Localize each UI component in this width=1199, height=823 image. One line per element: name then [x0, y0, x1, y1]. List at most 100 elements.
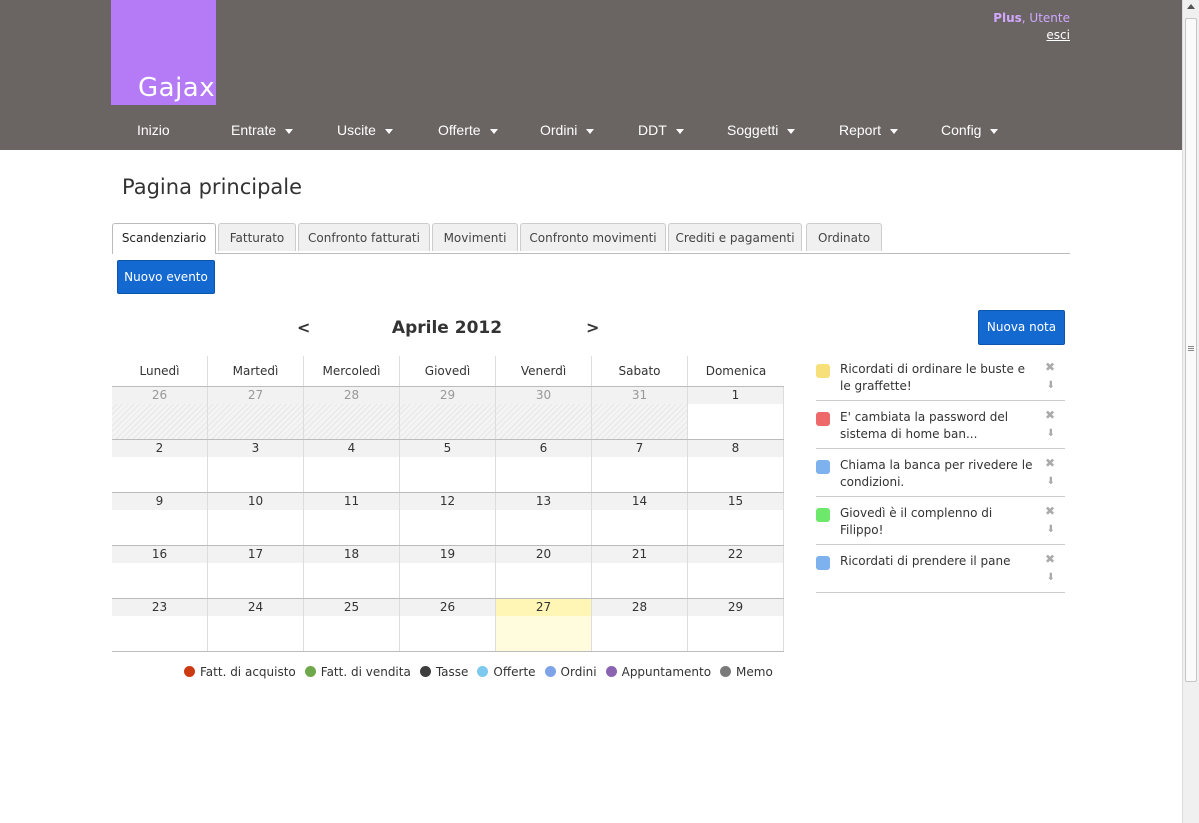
- calendar-day[interactable]: 5: [400, 440, 496, 492]
- calendar-day[interactable]: 12: [400, 493, 496, 545]
- logout-link[interactable]: esci: [993, 28, 1070, 42]
- calendar-day[interactable]: 20: [496, 546, 592, 598]
- calendar-day[interactable]: 1: [688, 387, 784, 439]
- note-item[interactable]: Giovedì è il complenno di Filippo! ✖ ⬇: [816, 498, 1065, 545]
- calendar-day[interactable]: 8: [688, 440, 784, 492]
- day-number: 7: [592, 440, 687, 457]
- weekday-header: Lunedì Martedì Mercoledì Giovedì Venerdì Saba…: [112, 356, 784, 387]
- calendar-day[interactable]: 11: [304, 493, 400, 545]
- scroll-up-icon[interactable]: [1187, 4, 1195, 9]
- caret-down-icon: [890, 128, 899, 134]
- new-note-button[interactable]: Nuova nota: [978, 310, 1065, 345]
- tab-scandenziario[interactable]: Scandenziario: [112, 223, 216, 254]
- tab-crediti-e-pagamenti[interactable]: Crediti e pagamenti: [668, 223, 802, 251]
- calendar-day[interactable]: 16: [112, 546, 208, 598]
- nav-item-offerte[interactable]: Offerte: [438, 122, 498, 138]
- page-title: Pagina principale: [122, 175, 303, 199]
- day-body: [496, 616, 591, 651]
- calendar-day[interactable]: 10: [208, 493, 304, 545]
- nav-item-report[interactable]: Report: [839, 122, 899, 138]
- note-item[interactable]: E' cambiata la password del sistema di h…: [816, 402, 1065, 449]
- day-number: 21: [592, 546, 687, 563]
- calendar-day[interactable]: 17: [208, 546, 304, 598]
- nav-item-label: Config: [941, 122, 982, 138]
- calendar-day[interactable]: 26: [400, 599, 496, 651]
- calendar-day[interactable]: 18: [304, 546, 400, 598]
- weekday-label: Venerdì: [496, 356, 592, 386]
- note-color-icon: [816, 460, 830, 474]
- delete-icon[interactable]: ✖: [1045, 456, 1055, 470]
- move-down-icon[interactable]: ⬇: [1047, 572, 1055, 583]
- nav-item-entrate[interactable]: Entrate: [231, 122, 294, 138]
- scroll-thumb[interactable]: [1185, 18, 1197, 682]
- tab-ordinato[interactable]: Ordinato: [806, 223, 882, 251]
- prev-month-button[interactable]: <: [297, 318, 310, 337]
- calendar-day[interactable]: 14: [592, 493, 688, 545]
- move-down-icon[interactable]: ⬇: [1047, 428, 1055, 439]
- nav-item-inizio[interactable]: Inizio: [137, 122, 170, 138]
- calendar-day[interactable]: 28: [304, 387, 400, 439]
- move-down-icon[interactable]: ⬇: [1047, 380, 1055, 391]
- calendar-day[interactable]: 2: [112, 440, 208, 492]
- delete-icon[interactable]: ✖: [1045, 360, 1055, 374]
- caret-down-icon: [489, 128, 498, 134]
- calendar-day[interactable]: 21: [592, 546, 688, 598]
- calendar-day[interactable]: 4: [304, 440, 400, 492]
- calendar-day[interactable]: 22: [688, 546, 784, 598]
- calendar-day[interactable]: 9: [112, 493, 208, 545]
- note-text: Ricordati di prendere il pane: [840, 554, 1011, 568]
- calendar-day[interactable]: 23: [112, 599, 208, 651]
- caret-down-icon: [285, 128, 294, 134]
- calendar-day[interactable]: 24: [208, 599, 304, 651]
- nav-item-label: Entrate: [231, 122, 277, 138]
- nav-item-ddt[interactable]: DDT: [638, 122, 684, 138]
- note-item[interactable]: Ricordati di ordinare le buste e le graf…: [816, 354, 1065, 401]
- calendar-day[interactable]: 27: [208, 387, 304, 439]
- tab-confronto-fatturati[interactable]: Confronto fatturati: [298, 223, 430, 251]
- calendar-day[interactable]: 31: [592, 387, 688, 439]
- nav-item-uscite[interactable]: Uscite: [337, 122, 393, 138]
- nav-item-soggetti[interactable]: Soggetti: [727, 122, 796, 138]
- calendar-day-today[interactable]: 27: [496, 599, 592, 651]
- weekday-label: Sabato: [592, 356, 688, 386]
- next-month-button[interactable]: >: [586, 318, 599, 337]
- day-number: 2: [112, 440, 207, 457]
- calendar-day[interactable]: 19: [400, 546, 496, 598]
- note-item[interactable]: Ricordati di prendere il pane ✖ ⬇: [816, 546, 1065, 593]
- legend-dot-icon: [304, 666, 316, 677]
- day-number: 5: [400, 440, 495, 457]
- calendar-day[interactable]: 28: [592, 599, 688, 651]
- nav-item-config[interactable]: Config: [941, 122, 999, 138]
- note-color-icon: [816, 556, 830, 570]
- calendar-day[interactable]: 26: [112, 387, 208, 439]
- calendar-day[interactable]: 29: [400, 387, 496, 439]
- move-down-icon[interactable]: ⬇: [1047, 524, 1055, 535]
- delete-icon[interactable]: ✖: [1045, 552, 1055, 566]
- vertical-scrollbar[interactable]: [1182, 0, 1199, 823]
- calendar-day[interactable]: 3: [208, 440, 304, 492]
- tab-movimenti[interactable]: Movimenti: [432, 223, 518, 251]
- delete-icon[interactable]: ✖: [1045, 408, 1055, 422]
- calendar-legend: Fatt. di acquisto Fatt. di vendita Tasse Of…: [184, 665, 782, 679]
- calendar-day[interactable]: 15: [688, 493, 784, 545]
- delete-icon[interactable]: ✖: [1045, 504, 1055, 518]
- note-color-icon: [816, 508, 830, 522]
- note-item[interactable]: Chiama la banca per rivedere le condizio…: [816, 450, 1065, 497]
- tab-confronto-movimenti[interactable]: Confronto movimenti: [520, 223, 666, 251]
- calendar-day[interactable]: 13: [496, 493, 592, 545]
- tab-fatturato[interactable]: Fatturato: [218, 223, 296, 251]
- calendar-day[interactable]: 6: [496, 440, 592, 492]
- day-number: 10: [208, 493, 303, 510]
- logo[interactable]: Gajax: [111, 0, 216, 105]
- legend-item: Appuntamento: [605, 665, 711, 679]
- new-event-button[interactable]: Nuovo evento: [117, 260, 215, 294]
- calendar-day[interactable]: 25: [304, 599, 400, 651]
- calendar-day[interactable]: 30: [496, 387, 592, 439]
- nav-item-label: Report: [839, 122, 882, 138]
- move-down-icon[interactable]: ⬇: [1047, 476, 1055, 487]
- day-body: [112, 404, 207, 439]
- legend-dot-icon: [544, 666, 556, 677]
- nav-item-ordini[interactable]: Ordini: [540, 122, 595, 138]
- calendar-day[interactable]: 29: [688, 599, 784, 651]
- calendar-day[interactable]: 7: [592, 440, 688, 492]
